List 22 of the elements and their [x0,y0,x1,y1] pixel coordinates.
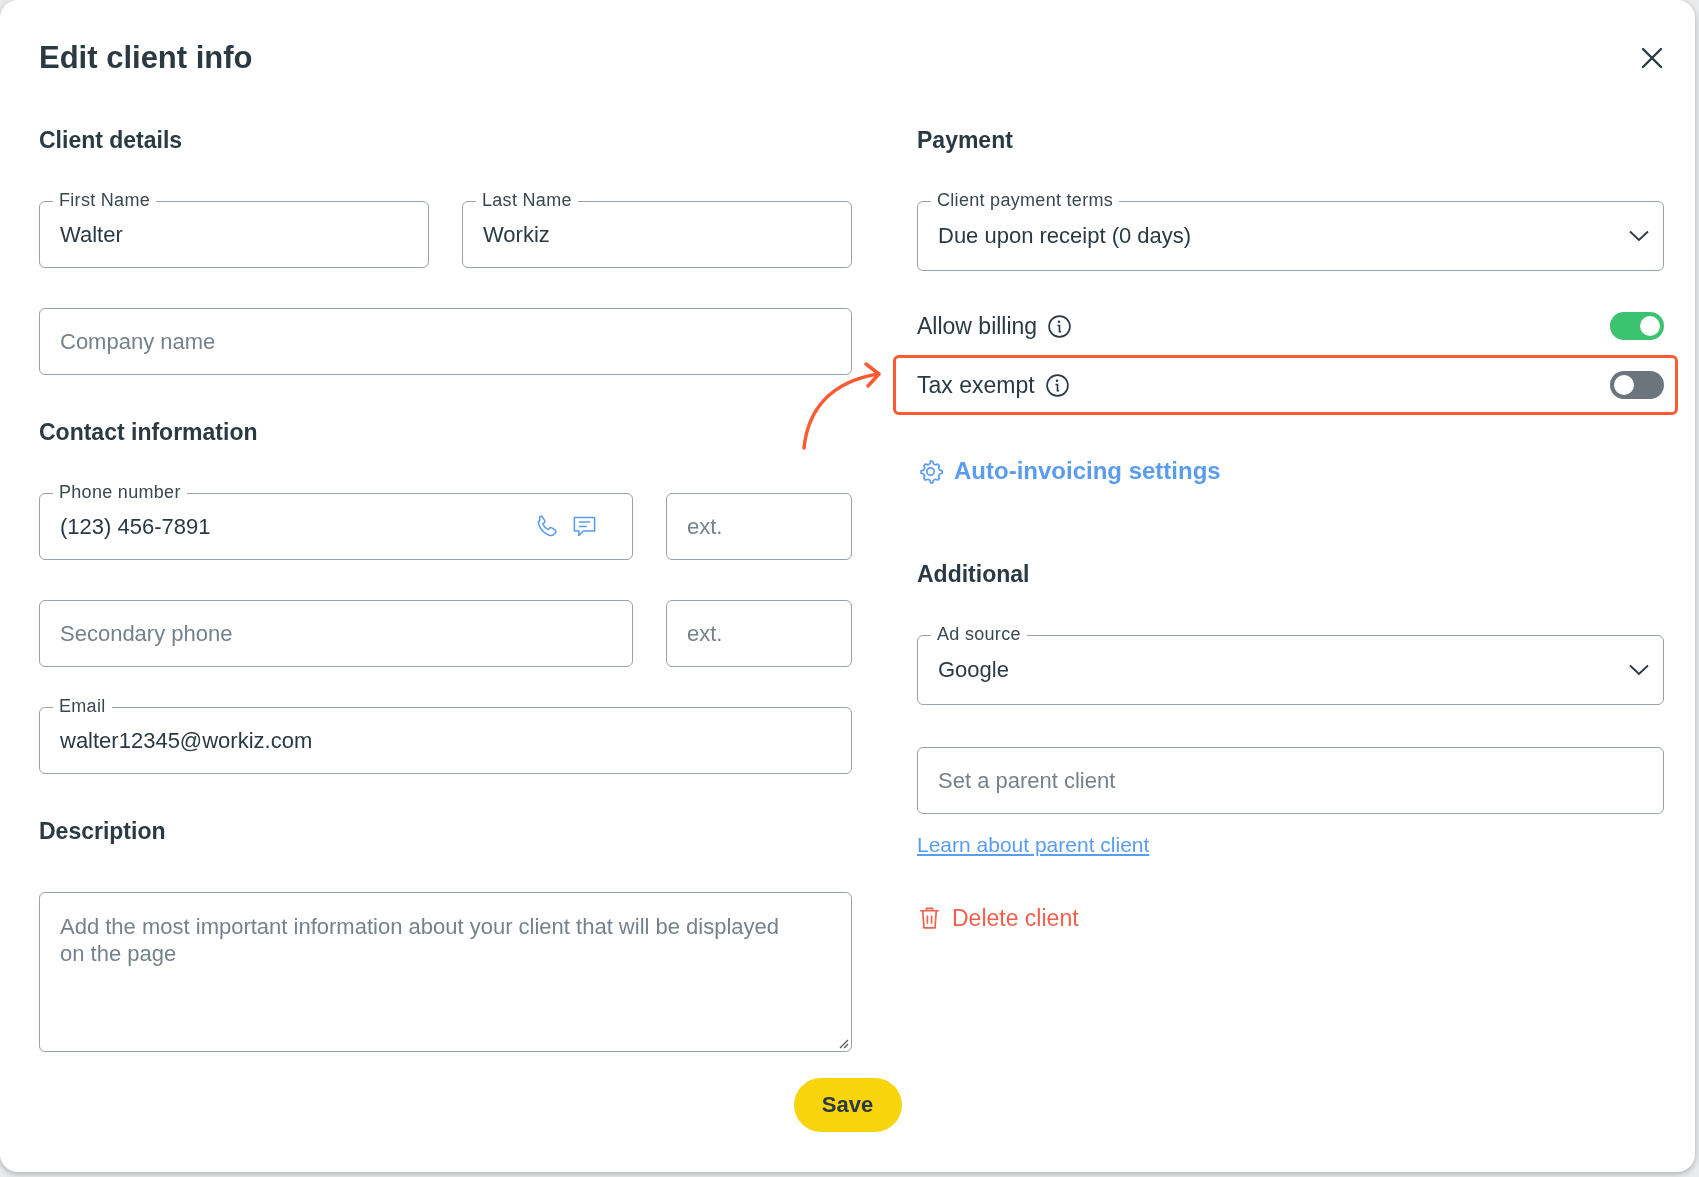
save-button[interactable]: Save [793,1078,902,1132]
dialog-title: Edit client info [39,40,254,76]
section-heading: Description [39,818,167,844]
info-icon[interactable] [1047,313,1073,339]
toggle-label: Allow billing [917,312,1038,340]
resize-handle-icon[interactable] [837,1037,849,1049]
section-heading: Payment [917,127,1014,153]
delete-button[interactable]: Delete client [917,903,1079,933]
chevron-down-icon[interactable] [1629,664,1649,676]
trash-icon[interactable] [917,905,942,931]
toggle-switch[interactable] [1610,312,1664,340]
learn-link[interactable]: Learn about parent client [917,833,1150,857]
close-icon[interactable] [1640,46,1664,70]
chevron-down-icon[interactable] [1629,230,1649,242]
info-icon[interactable] [1044,372,1070,398]
section-heading: Contact information [39,419,259,445]
toggle-label: Tax exempt [917,371,1035,399]
toggle-switch[interactable] [1610,371,1664,399]
settings-link[interactable]: Auto-invoicing settings [917,456,1221,486]
section-heading: Client details [39,127,184,153]
section-heading: Additional [917,561,1031,587]
gear-icon[interactable] [917,457,944,485]
